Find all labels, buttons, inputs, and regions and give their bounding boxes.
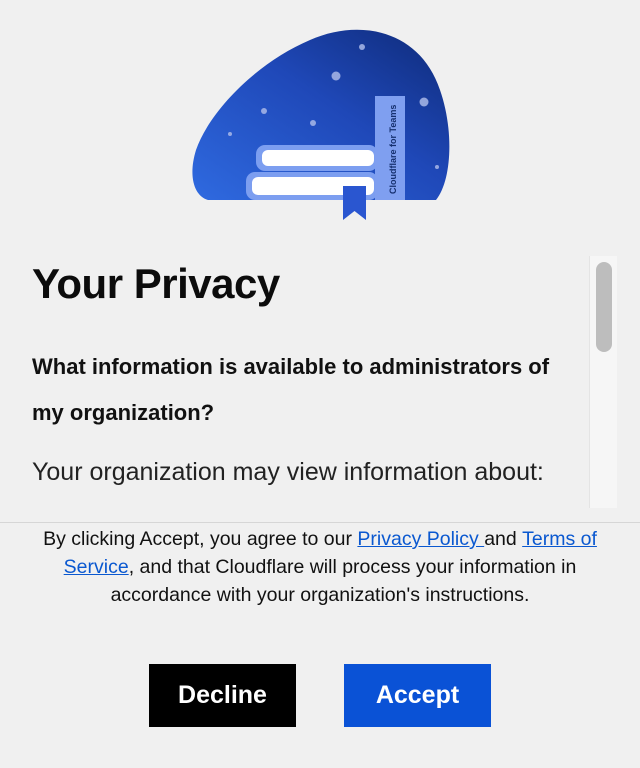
consent-and: and (484, 528, 517, 550)
books-illustration: Cloudflare for Teams (192, 29, 450, 220)
bookmark: Cloudflare for Teams (375, 96, 405, 200)
privacy-policy-link[interactable]: Privacy Policy (357, 528, 484, 550)
scrollbar-thumb[interactable] (596, 262, 612, 352)
decline-button[interactable]: Decline (149, 664, 296, 727)
divider (0, 522, 640, 523)
bookmark-label: Cloudflare for Teams (388, 105, 398, 194)
accept-button[interactable]: Accept (344, 664, 491, 727)
scrollbar-track[interactable] (589, 256, 617, 508)
page-title: Your Privacy (32, 260, 280, 307)
faq-question: What information is available to adminis… (32, 354, 550, 425)
faq-answer: Your organization may view information a… (32, 458, 544, 486)
ribbon-icon (343, 186, 366, 220)
consent-prefix: By clicking Accept, you agree to our (43, 528, 358, 550)
consent-suffix: , and that Cloudflare will process your … (110, 556, 577, 606)
privacy-scroll-area[interactable]: Your Privacy What information is availab… (0, 252, 589, 507)
consent-notice: By clicking Accept, you agree to our Pri… (30, 525, 610, 621)
privacy-dialog: Cloudflare for Teams Your Privacy What i… (0, 0, 640, 768)
